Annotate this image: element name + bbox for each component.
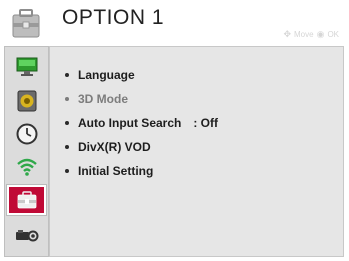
camera-support-icon	[15, 230, 38, 242]
speaker-icon	[17, 90, 36, 112]
sidebar-item-support[interactable]	[7, 220, 46, 250]
menu-content-panel: Language 3D Mode Auto Input Search : Off…	[49, 46, 344, 257]
sidebar-item-network[interactable]	[7, 151, 46, 181]
menu-item-label: DivX(R) VOD	[78, 140, 151, 154]
hint-ok-label: OK	[327, 30, 339, 39]
menu-item-label: Auto Input Search	[78, 116, 182, 130]
monitor-icon	[16, 57, 37, 76]
ok-button-icon: ◉	[316, 29, 325, 39]
sidebar-item-option[interactable]	[6, 184, 47, 216]
bullet-icon	[65, 169, 69, 173]
menu-item-value: : Off	[193, 116, 218, 130]
dpad-icon: ✥	[283, 29, 292, 39]
toolbox-icon	[17, 191, 36, 209]
menu-item-divx-vod[interactable]: DivX(R) VOD	[65, 135, 218, 159]
sidebar-item-time[interactable]	[7, 119, 46, 149]
osd-window: OPTION 1 ✥ Move ◉ OK Language 3D Mode Au…	[0, 0, 349, 261]
bullet-icon	[65, 121, 69, 125]
sidebar-item-audio[interactable]	[7, 86, 46, 116]
category-sidebar	[4, 46, 49, 257]
hint-move-label: Move	[294, 30, 314, 39]
bullet-icon	[65, 73, 69, 77]
toolbox-icon	[12, 9, 40, 38]
menu-item-initial-setting[interactable]: Initial Setting	[65, 159, 218, 183]
sidebar-item-picture[interactable]	[7, 52, 46, 82]
navigation-hint: ✥ Move ◉ OK	[283, 29, 339, 40]
menu-item-3d-mode: 3D Mode	[65, 87, 218, 111]
clock-icon	[16, 123, 37, 145]
bullet-icon	[65, 97, 69, 101]
page-title: OPTION 1	[62, 6, 165, 29]
menu-item-label: Initial Setting	[78, 164, 154, 178]
title-bar: OPTION 1 ✥ Move ◉ OK	[0, 0, 349, 46]
wifi-icon	[16, 158, 37, 176]
option-menu-list: Language 3D Mode Auto Input Search : Off…	[65, 63, 218, 183]
menu-item-language[interactable]: Language	[65, 63, 218, 87]
bullet-icon	[65, 145, 69, 149]
menu-item-auto-input-search[interactable]: Auto Input Search : Off	[65, 111, 218, 135]
menu-item-label: Language	[78, 68, 135, 82]
menu-item-label: 3D Mode	[78, 92, 129, 106]
